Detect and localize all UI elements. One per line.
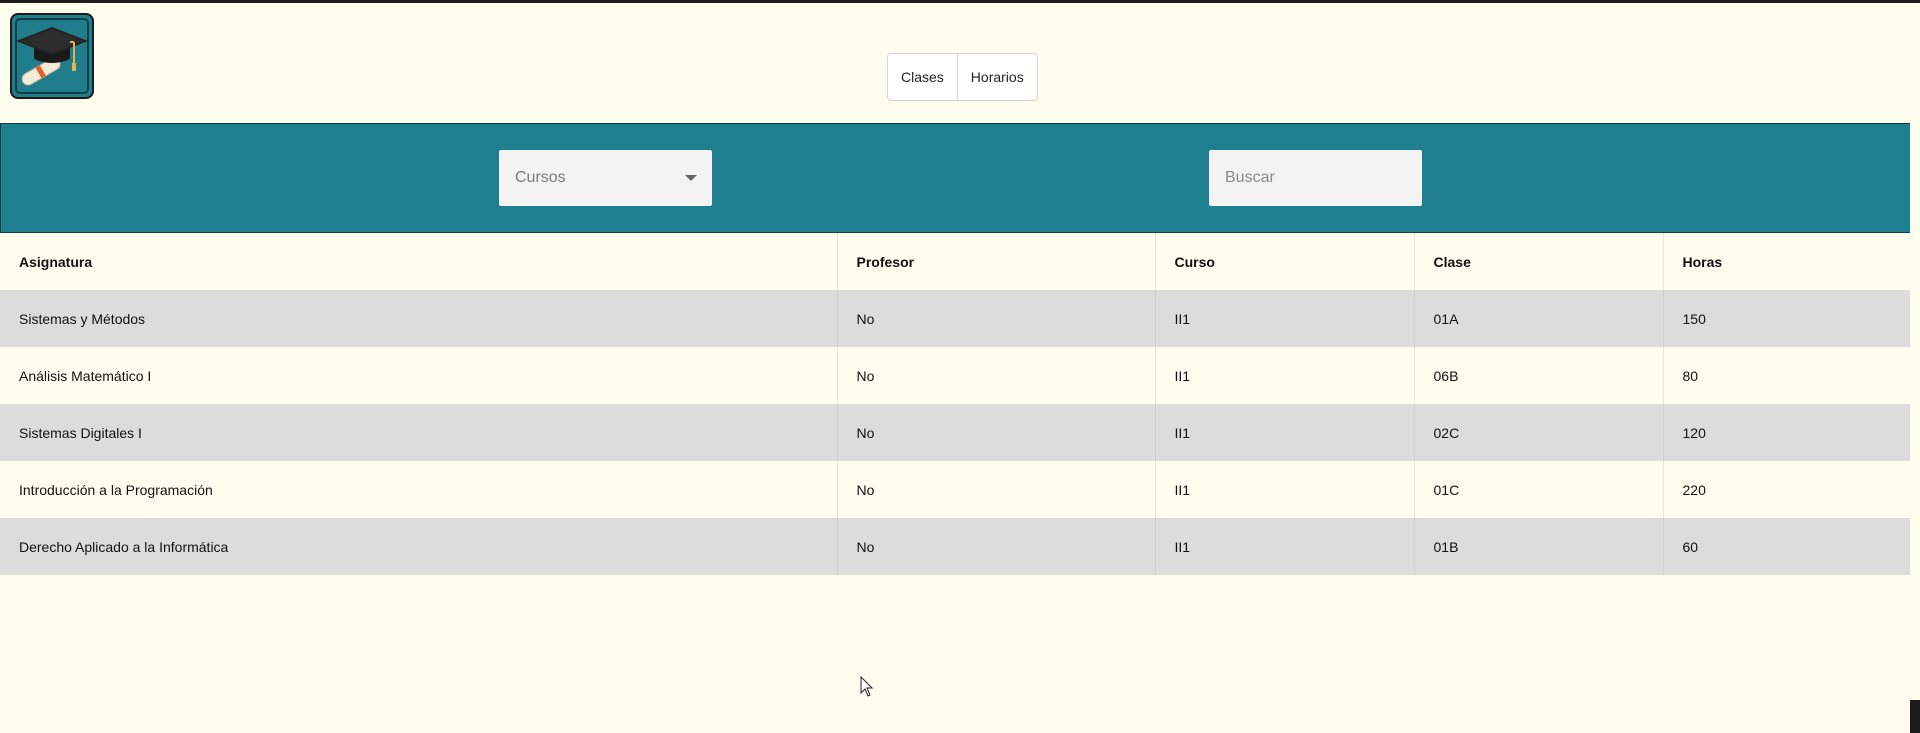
table-header-row: Asignatura Profesor Curso Clase Horas bbox=[0, 233, 1910, 290]
cell-horas: 220 bbox=[1662, 461, 1910, 518]
cell-asignatura: Sistemas y Métodos bbox=[19, 310, 146, 327]
cell-clase: 06B bbox=[1413, 347, 1663, 404]
table-row[interactable]: Sistemas y Métodos No II1 01A 150 bbox=[0, 290, 1910, 347]
table-row[interactable]: Derecho Aplicado a la Informática No II1… bbox=[0, 518, 1910, 575]
cell-horas: 60 bbox=[1662, 518, 1910, 575]
cell-curso: II1 bbox=[1154, 518, 1414, 575]
subjects-table: Asignatura Profesor Curso Clase Horas Si… bbox=[0, 233, 1910, 575]
header-profesor[interactable]: Profesor bbox=[836, 233, 1155, 290]
nav-horarios-button[interactable]: Horarios bbox=[956, 54, 1037, 100]
cell-asignatura: Derecho Aplicado a la Informática bbox=[19, 538, 229, 555]
course-select-placeholder: Cursos bbox=[515, 169, 566, 186]
cell-profesor: No bbox=[836, 290, 1155, 347]
scrollbar-thumb[interactable] bbox=[1910, 700, 1920, 733]
top-border bbox=[0, 0, 1920, 3]
cell-curso: II1 bbox=[1154, 347, 1414, 404]
cell-clase: 02C bbox=[1413, 404, 1663, 461]
header-curso[interactable]: Curso bbox=[1154, 233, 1414, 290]
cell-profesor: No bbox=[836, 347, 1155, 404]
header-horas[interactable]: Horas bbox=[1662, 233, 1910, 290]
cell-asignatura: Sistemas Digitales I bbox=[19, 424, 142, 441]
cell-curso: II1 bbox=[1154, 290, 1414, 347]
main-nav: Clases Horarios bbox=[887, 53, 1038, 101]
table-row[interactable]: Análisis Matemático I No II1 06B 80 bbox=[0, 347, 1910, 404]
cell-profesor: No bbox=[836, 461, 1155, 518]
filter-bar: Cursos bbox=[0, 123, 1910, 233]
course-select[interactable]: Cursos bbox=[499, 150, 712, 206]
cell-profesor: No bbox=[836, 518, 1155, 575]
table-row[interactable]: Sistemas Digitales I No II1 02C 120 bbox=[0, 404, 1910, 461]
cell-profesor: No bbox=[836, 404, 1155, 461]
cell-clase: 01A bbox=[1413, 290, 1663, 347]
cell-curso: II1 bbox=[1154, 404, 1414, 461]
graduation-cap-icon bbox=[15, 18, 89, 94]
mouse-cursor-icon bbox=[860, 676, 874, 697]
cell-horas: 120 bbox=[1662, 404, 1910, 461]
cell-clase: 01C bbox=[1413, 461, 1663, 518]
table-row[interactable]: Introducción a la Programación No II1 01… bbox=[0, 461, 1910, 518]
cell-asignatura: Introducción a la Programación bbox=[19, 481, 213, 498]
cell-horas: 150 bbox=[1662, 290, 1910, 347]
cell-clase: 01B bbox=[1413, 518, 1663, 575]
cell-horas: 80 bbox=[1662, 347, 1910, 404]
cell-asignatura: Análisis Matemático I bbox=[19, 367, 152, 384]
header-clase[interactable]: Clase bbox=[1413, 233, 1663, 290]
chevron-down-icon bbox=[685, 175, 697, 181]
app-logo[interactable] bbox=[10, 13, 94, 99]
nav-clases-button[interactable]: Clases bbox=[888, 54, 957, 100]
cell-curso: II1 bbox=[1154, 461, 1414, 518]
header-asignatura[interactable]: Asignatura bbox=[0, 233, 837, 290]
search-input[interactable] bbox=[1209, 150, 1422, 206]
